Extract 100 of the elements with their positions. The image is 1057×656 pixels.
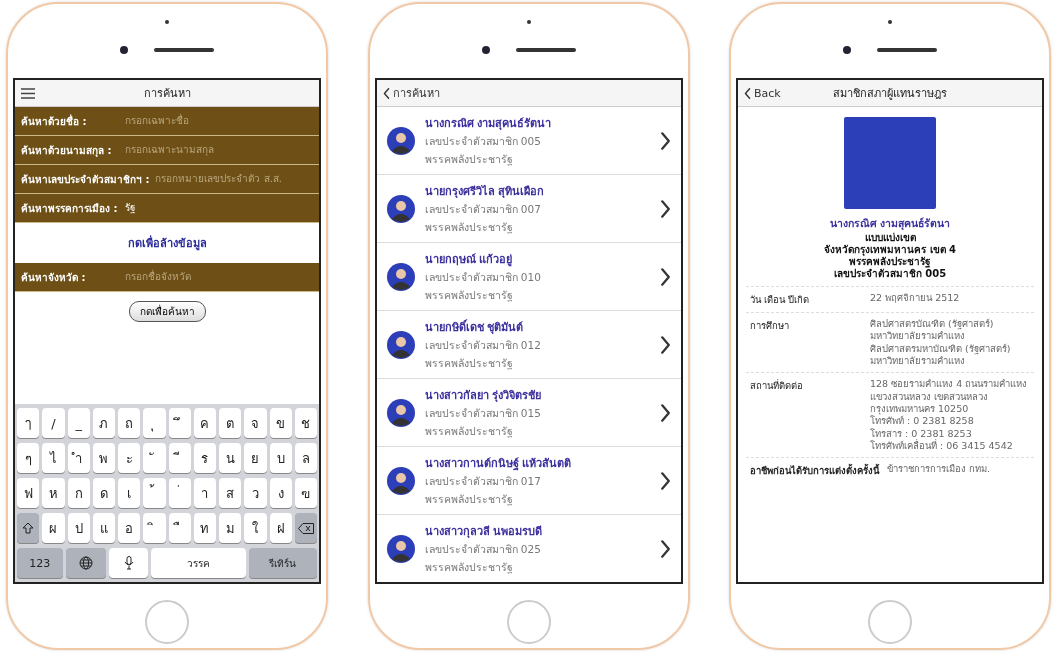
keyboard-key[interactable]: ถ (118, 408, 141, 438)
keyboard-key[interactable]: ่ (168, 478, 191, 508)
globe-key[interactable] (65, 548, 106, 578)
input-field[interactable]: รัฐ (125, 197, 313, 219)
keyboard-key[interactable]: ื (168, 513, 191, 543)
search-field[interactable]: ค้นหาเลขประจำตัวสมาชิกฯ : กรอกหมายเลขประจำตัว ส.ส. (15, 165, 319, 194)
detail-value: กรุงเทพมหานคร 10250 (870, 403, 970, 416)
keyboard-key[interactable]: า (193, 478, 216, 508)
detail-value: แขวงสวนหลวง เขตสวนหลวง (870, 390, 990, 404)
keyboard-key[interactable]: ว (244, 478, 267, 508)
sensor-dot (888, 20, 892, 24)
keyboard-key[interactable]: ๆ (17, 443, 40, 473)
keyboard-key[interactable]: ใ (244, 513, 267, 543)
backspace-key[interactable] (294, 513, 317, 543)
member-list-item[interactable]: นางสาวกานต์กนิษฐ์ แห้วสันตติ เลขประจำตัวสมาชิก 017 พรรคพลังประชารัฐ (376, 447, 681, 515)
member-list-item[interactable]: นายกฤษณ์ แก้วอยู่ เลขประจำตัวสมาชิก 010 พรรคพลังประชารัฐ (376, 243, 681, 311)
globe-icon (78, 556, 93, 570)
shift-key[interactable] (17, 513, 40, 543)
keyboard-key[interactable]: ี (168, 443, 191, 473)
microphone-key[interactable] (108, 548, 149, 578)
chevron-right-icon (659, 131, 671, 150)
avatar-icon (386, 330, 415, 359)
keyboard-key[interactable]: ข (269, 408, 292, 438)
detail-label: อาชีพก่อนได้รับการแต่งตั้งครั้งนี้ (750, 463, 879, 479)
numbers-key[interactable]: 123 (17, 548, 63, 578)
keyboard-key[interactable]: ำ (67, 443, 90, 473)
avatar-icon (386, 534, 415, 563)
member-list-item[interactable]: นางกรณิศ งามสุคนธ์รัตนา เลขประจำตัวสมาชิก 005 พรรคพลังประชารัฐ (376, 107, 681, 175)
keyboard-key[interactable]: ภ (92, 408, 115, 438)
keyboard-key[interactable]: ก (67, 478, 90, 508)
member-list-item[interactable]: นางสาวกุลวลี นพอมรบดี เลขประจำตัวสมาชิก 025 พรรคพลังประชารัฐ (376, 515, 681, 582)
back-button[interactable]: การค้นหา (382, 84, 440, 102)
keyboard-key[interactable]: แ (92, 513, 115, 543)
keyboard-key[interactable]: ต (219, 408, 242, 438)
keyboard-key[interactable]: จ (244, 408, 267, 438)
keyboard-key[interactable]: ย (244, 443, 267, 473)
member-list-item[interactable]: นายกรุงศรีวิไล สุทินเผือก เลขประจำตัวสมาชิก 007 พรรคพลังประชารัฐ (376, 175, 681, 243)
keyboard-key[interactable]: ฟ (17, 478, 40, 508)
detail-label: วัน เดือน ปีเกิด (750, 293, 811, 307)
keyboard-key[interactable]: ผ (42, 513, 65, 543)
keyboard-key[interactable]: ั (143, 443, 166, 473)
member-info-line: จังหวัดกรุงเทพมหานคร เขต 4 (823, 244, 957, 256)
keyboard-key[interactable]: _ (67, 408, 90, 438)
space-key[interactable]: วรรค (151, 548, 246, 578)
keyboard-key[interactable]: ท (193, 513, 216, 543)
detail-value: โทรศัพท์เคลื่อนที่ : 06 3415 4542 (870, 440, 1014, 453)
member-info-line: เลขประจำตัวสมาชิก 005 (832, 268, 948, 280)
search-field[interactable]: ค้นหาจังหวัด : กรอกชื่อจังหวัด (15, 263, 319, 292)
keyboard-key[interactable]: ป (67, 513, 90, 543)
keyboard-key[interactable]: ะ (118, 443, 141, 473)
clear-link[interactable]: กดเพื่อล้างข้อมูล (127, 234, 207, 252)
member-info-line: พรรคพลังประชารัฐ (746, 256, 1034, 268)
keyboard-key[interactable]: ฝ (269, 513, 292, 543)
avatar-icon (386, 398, 415, 427)
member-list-item[interactable]: นายกษิดิ์เดช ชุติมันต์ เลขประจำตัวสมาชิก 012 พรรคพลังประชารัฐ (376, 311, 681, 379)
search-button[interactable]: กดเพื่อค้นหา (128, 300, 206, 322)
sensor-dot (526, 20, 531, 24)
chevron-right-icon (659, 267, 671, 286)
keyboard-key[interactable]: ร (193, 443, 216, 473)
keyboard-key[interactable]: พ (92, 443, 115, 473)
keyboard-key[interactable]: ส (219, 478, 242, 508)
member-number: เลขประจำตัวสมาชิก 007 (424, 201, 542, 217)
keyboard-key[interactable]: ึ (168, 408, 191, 438)
back-button[interactable]: Back (744, 86, 781, 100)
keyboard-key[interactable]: บ (269, 443, 292, 473)
member-number: เลขประจำตัวสมาชิก 017 (424, 473, 542, 489)
input-field[interactable]: กรอกเฉพาะชื่อ (125, 110, 313, 132)
search-field[interactable]: ค้นหาด้วยนามสกุล : กรอกเฉพาะนามสกุล (15, 136, 319, 165)
detail-label: สถานที่ติดต่อ (750, 378, 804, 394)
party-name: พรรคพลังประชารัฐ (424, 559, 514, 576)
keyboard-key[interactable]: ไ (42, 443, 65, 473)
keyboard-key[interactable]: ้ (143, 478, 166, 508)
member-list-item[interactable]: นางสาวกัลยา รุ่งวิจิตรชัย เลขประจำตัวสมาชิก 015 พรรคพลังประชารัฐ (376, 379, 681, 447)
keyboard-key[interactable]: เ (118, 478, 141, 508)
avatar-icon (386, 466, 415, 495)
keyboard-key[interactable]: ห (42, 478, 65, 508)
detail-label: การศึกษา (750, 319, 790, 333)
keyboard-key[interactable]: / (42, 408, 65, 438)
keyboard-key[interactable]: ค (193, 408, 216, 438)
keyboard-key[interactable]: ด (92, 478, 115, 508)
input-field[interactable]: กรอกเฉพาะนามสกุล (125, 139, 313, 161)
return-key[interactable]: รีเทิร์น (248, 548, 317, 578)
keyboard-key[interactable]: น (219, 443, 242, 473)
keyboard-key[interactable]: ฃ (294, 478, 317, 508)
keyboard-key[interactable]: ช (294, 408, 317, 438)
keyboard-key[interactable]: อ (118, 513, 141, 543)
input-field[interactable]: กรอกชื่อจังหวัด (125, 266, 313, 288)
keyboard-key[interactable]: ุ (143, 408, 166, 438)
search-field[interactable]: ค้นหาพรรคการเมือง : รัฐ (15, 194, 319, 223)
keyboard-key[interactable]: ิ (143, 513, 166, 543)
keyboard-key[interactable]: ง (269, 478, 292, 508)
search-field[interactable]: ค้นหาด้วยชื่อ : กรอกเฉพาะชื่อ (15, 107, 319, 136)
input-field[interactable]: กรอกหมายเลขประจำตัว ส.ส. (155, 168, 313, 190)
keyboard-key[interactable]: ๅ (17, 408, 40, 438)
sensor-dot (165, 20, 169, 24)
keyboard-key[interactable]: ม (219, 513, 242, 543)
field-label: ค้นหาด้วยชื่อ : (21, 113, 88, 129)
member-number: เลขประจำตัวสมาชิก 005 (424, 133, 542, 149)
menu-icon[interactable] (21, 87, 35, 99)
keyboard-key[interactable]: ล (294, 443, 317, 473)
